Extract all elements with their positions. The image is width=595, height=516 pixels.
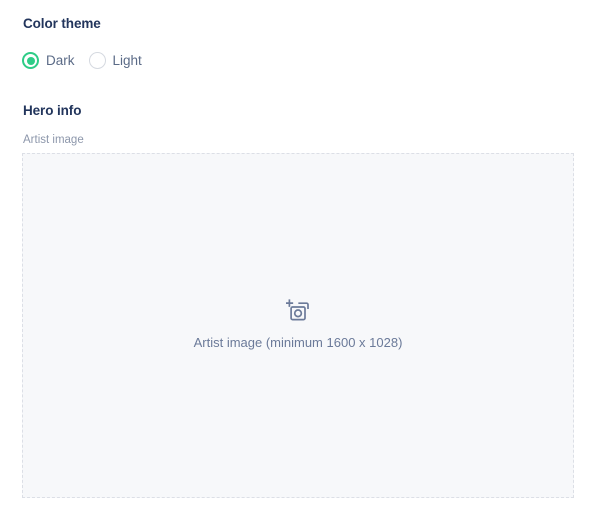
artist-image-label: Artist image: [23, 134, 84, 146]
color-theme-heading: Color theme: [23, 16, 101, 31]
radio-unselected-icon[interactable]: [88, 52, 106, 69]
settings-panel: Color theme Dark Light Hero info Artist …: [0, 0, 595, 516]
color-theme-radio-group: Dark Light: [22, 52, 142, 69]
dropzone-content: Artist image (minimum 1600 x 1028): [193, 299, 403, 350]
radio-option-light[interactable]: Light: [88, 52, 142, 69]
radio-selected-icon[interactable]: [22, 52, 39, 69]
hero-info-heading: Hero info: [23, 103, 82, 118]
radio-option-light-label: Light: [112, 53, 142, 68]
radio-option-dark-label: Dark: [46, 53, 75, 68]
add-photo-icon: [286, 299, 309, 321]
artist-image-dropzone[interactable]: Artist image (minimum 1600 x 1028): [22, 153, 574, 498]
radio-option-dark[interactable]: Dark: [22, 52, 75, 69]
dropzone-caption: Artist image (minimum 1600 x 1028): [193, 335, 403, 350]
